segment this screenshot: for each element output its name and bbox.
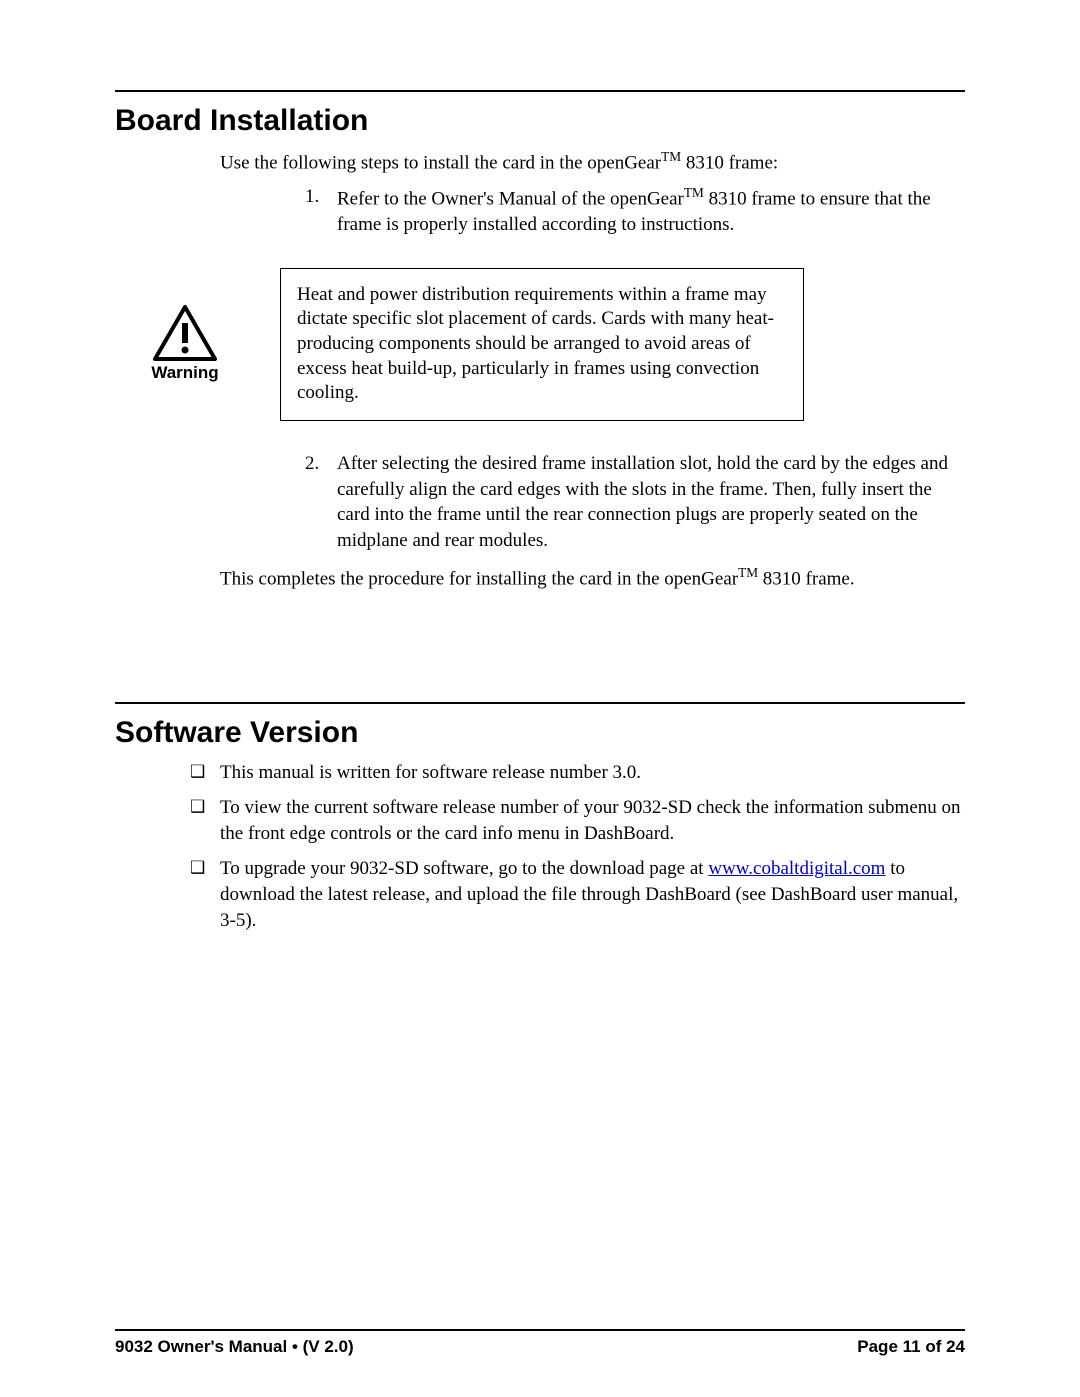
footer-right: Page 11 of 24 <box>857 1337 965 1357</box>
step1-pre: Refer to the Owner's Manual of the openG… <box>337 188 684 209</box>
list-item: ❑ This manual is written for software re… <box>190 760 965 786</box>
ordered-steps: 1. Refer to the Owner's Manual of the op… <box>305 184 965 238</box>
warning-icon-block: Warning <box>135 305 235 383</box>
step-1: 1. Refer to the Owner's Manual of the op… <box>305 184 965 238</box>
list-item: ❑ To view the current software release n… <box>190 795 965 846</box>
text-pre: To upgrade your 9032-SD software, go to … <box>220 858 708 879</box>
intro-paragraph: Use the following steps to install the c… <box>220 148 965 176</box>
checklist: ❑ This manual is written for software re… <box>190 760 965 934</box>
superscript-tm: TM <box>684 185 704 200</box>
checkbox-icon: ❑ <box>190 856 220 933</box>
superscript-tm: TM <box>661 149 681 164</box>
list-item-text: This manual is written for software rele… <box>220 760 965 786</box>
spacer <box>115 592 965 702</box>
step-2: 2. After selecting the desired frame ins… <box>305 451 965 554</box>
list-item: ❑ To upgrade your 9032-SD software, go t… <box>190 856 965 933</box>
warning-block: Warning Heat and power distribution requ… <box>135 268 965 421</box>
warning-label: Warning <box>151 363 218 383</box>
heading-board-installation: Board Installation <box>115 104 965 138</box>
list-item-text: To upgrade your 9032-SD software, go to … <box>220 856 965 933</box>
checkbox-icon: ❑ <box>190 760 220 786</box>
step-number: 2. <box>305 451 337 554</box>
horizontal-rule <box>115 90 965 92</box>
ordered-steps: 2. After selecting the desired frame ins… <box>305 451 965 554</box>
intro-text-post: 8310 frame: <box>681 152 778 173</box>
checkbox-icon: ❑ <box>190 795 220 846</box>
intro-text-pre: Use the following steps to install the c… <box>220 152 661 173</box>
link-cobaltdigital[interactable]: www.cobaltdigital.com <box>708 858 885 879</box>
step-text: Refer to the Owner's Manual of the openG… <box>337 184 965 238</box>
step-text: After selecting the desired frame instal… <box>337 451 965 554</box>
list-item-text: To view the current software release num… <box>220 795 965 846</box>
conclusion-paragraph: This completes the procedure for install… <box>220 564 965 592</box>
warning-triangle-icon <box>153 305 217 361</box>
conclusion-pre: This completes the procedure for install… <box>220 568 738 589</box>
heading-software-version: Software Version <box>115 716 965 750</box>
horizontal-rule <box>115 1329 965 1331</box>
footer-row: 9032 Owner's Manual • (V 2.0) Page 11 of… <box>115 1337 965 1357</box>
footer: 9032 Owner's Manual • (V 2.0) Page 11 of… <box>115 1329 965 1357</box>
conclusion-post: 8310 frame. <box>758 568 855 589</box>
step-number: 1. <box>305 184 337 238</box>
superscript-tm: TM <box>738 565 758 580</box>
warning-box: Heat and power distribution requirements… <box>280 268 804 421</box>
horizontal-rule <box>115 702 965 704</box>
page: Board Installation Use the following ste… <box>0 0 1080 1397</box>
footer-left: 9032 Owner's Manual • (V 2.0) <box>115 1337 354 1357</box>
